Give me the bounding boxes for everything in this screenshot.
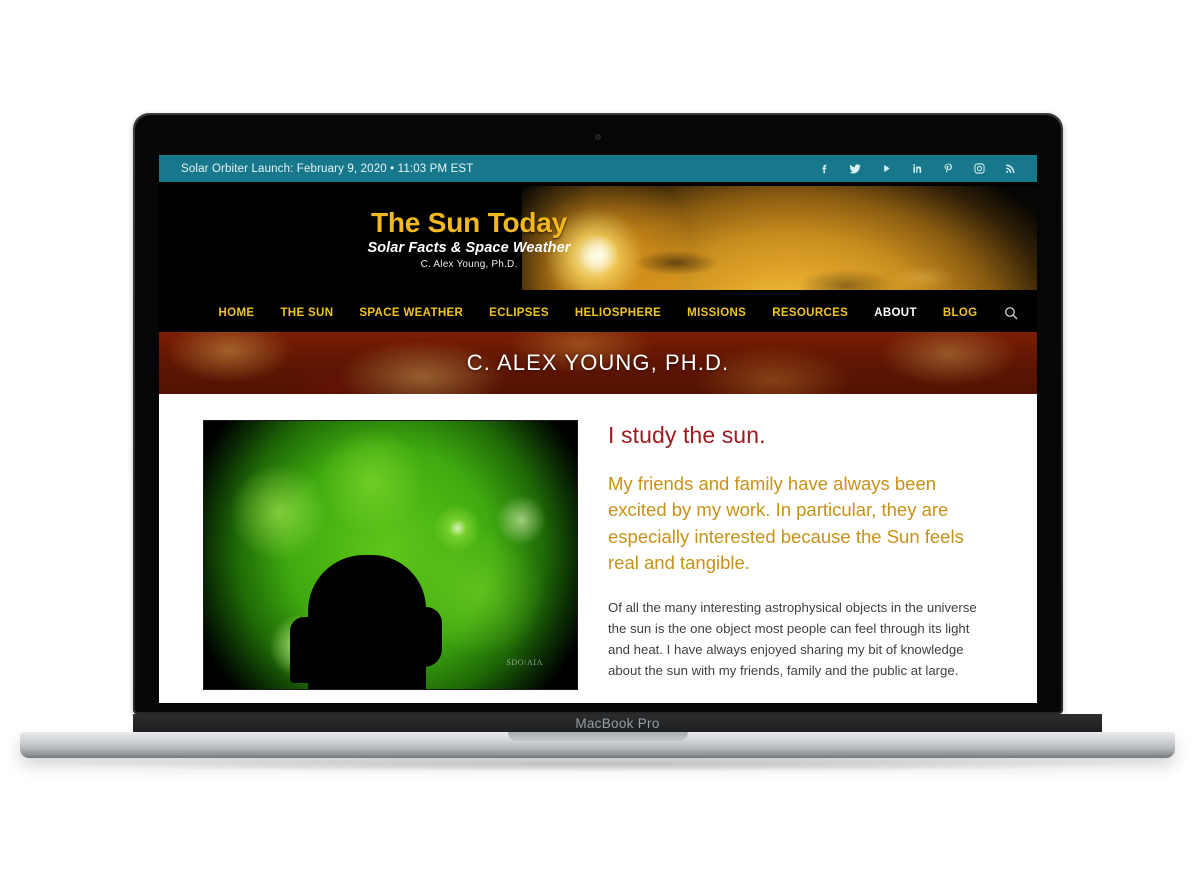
- macbook-pro-mockup: Solar Orbiter Launch: February 9, 2020 •…: [0, 0, 1195, 896]
- search-icon[interactable]: [1003, 305, 1019, 321]
- green-sun-silhouette-image: SDO/AIA: [203, 420, 578, 690]
- announcement-text: Solar Orbiter Launch: February 9, 2020 •…: [181, 162, 474, 175]
- laptop-shadow: [60, 756, 1135, 772]
- article-lead-paragraph: My friends and family have always been e…: [608, 473, 964, 573]
- main-content: SDO/AIA I study the sun. My friends and …: [159, 394, 1037, 690]
- nav-item-home[interactable]: HOME: [206, 296, 268, 330]
- main-navigation: HOME THE SUN SPACE WEATHER ECLIPSES HELI…: [159, 294, 1037, 334]
- webcam-icon: [595, 134, 601, 140]
- rss-icon[interactable]: [1003, 162, 1017, 176]
- laptop-hinge-strip: MacBook Pro: [133, 714, 1102, 734]
- logo-title: The Sun Today: [371, 207, 567, 238]
- profile-figure: SDO/AIA: [203, 420, 578, 690]
- logo-author: C. Alex Young, Ph.D.: [420, 259, 518, 271]
- instagram-icon[interactable]: [972, 162, 986, 176]
- nav-item-resources[interactable]: RESOURCES: [759, 296, 861, 330]
- image-watermark: SDO/AIA: [506, 658, 543, 667]
- laptop-base: MacBook Pro: [20, 714, 1175, 758]
- nav-item-blog[interactable]: BLOG: [930, 296, 991, 330]
- nav-item-eclipses[interactable]: ECLIPSES: [476, 296, 562, 330]
- nav-item-about[interactable]: ABOUT: [861, 296, 930, 334]
- article-body-paragraph: Of all the many interesting astrophysica…: [608, 600, 977, 678]
- nav-item-the-sun[interactable]: THE SUN: [267, 296, 346, 330]
- nav-item-list: HOME THE SUN SPACE WEATHER ECLIPSES HELI…: [206, 296, 991, 334]
- nav-item-missions[interactable]: MISSIONS: [674, 296, 759, 330]
- facebook-icon[interactable]: [817, 162, 831, 176]
- social-links: [817, 162, 1017, 176]
- nav-item-space-weather[interactable]: SPACE WEATHER: [346, 296, 476, 330]
- person-silhouette: [290, 555, 442, 689]
- pinterest-icon[interactable]: [941, 162, 955, 176]
- page-title-banner: C. ALEX YOUNG, PH.D.: [159, 332, 1037, 394]
- site-header: The Sun Today Solar Facts & Space Weathe…: [159, 182, 1037, 294]
- article-heading: I study the sun.: [608, 422, 766, 448]
- youtube-icon[interactable]: [879, 162, 893, 176]
- browser-viewport: Solar Orbiter Launch: February 9, 2020 •…: [159, 155, 1037, 703]
- announcement-bar: Solar Orbiter Launch: February 9, 2020 •…: [159, 155, 1037, 182]
- twitter-icon[interactable]: [848, 162, 862, 176]
- logo-tagline: Solar Facts & Space Weather: [367, 240, 571, 257]
- laptop-lid-notch: [507, 732, 688, 741]
- linkedin-icon[interactable]: [910, 162, 924, 176]
- nav-item-heliosphere[interactable]: HELIOSPHERE: [562, 296, 674, 330]
- site-logo[interactable]: The Sun Today Solar Facts & Space Weathe…: [304, 207, 634, 271]
- article-text: I study the sun. My friends and family h…: [608, 420, 993, 690]
- page-title: C. ALEX YOUNG, PH.D.: [466, 350, 730, 375]
- device-model-label: MacBook Pro: [575, 716, 660, 731]
